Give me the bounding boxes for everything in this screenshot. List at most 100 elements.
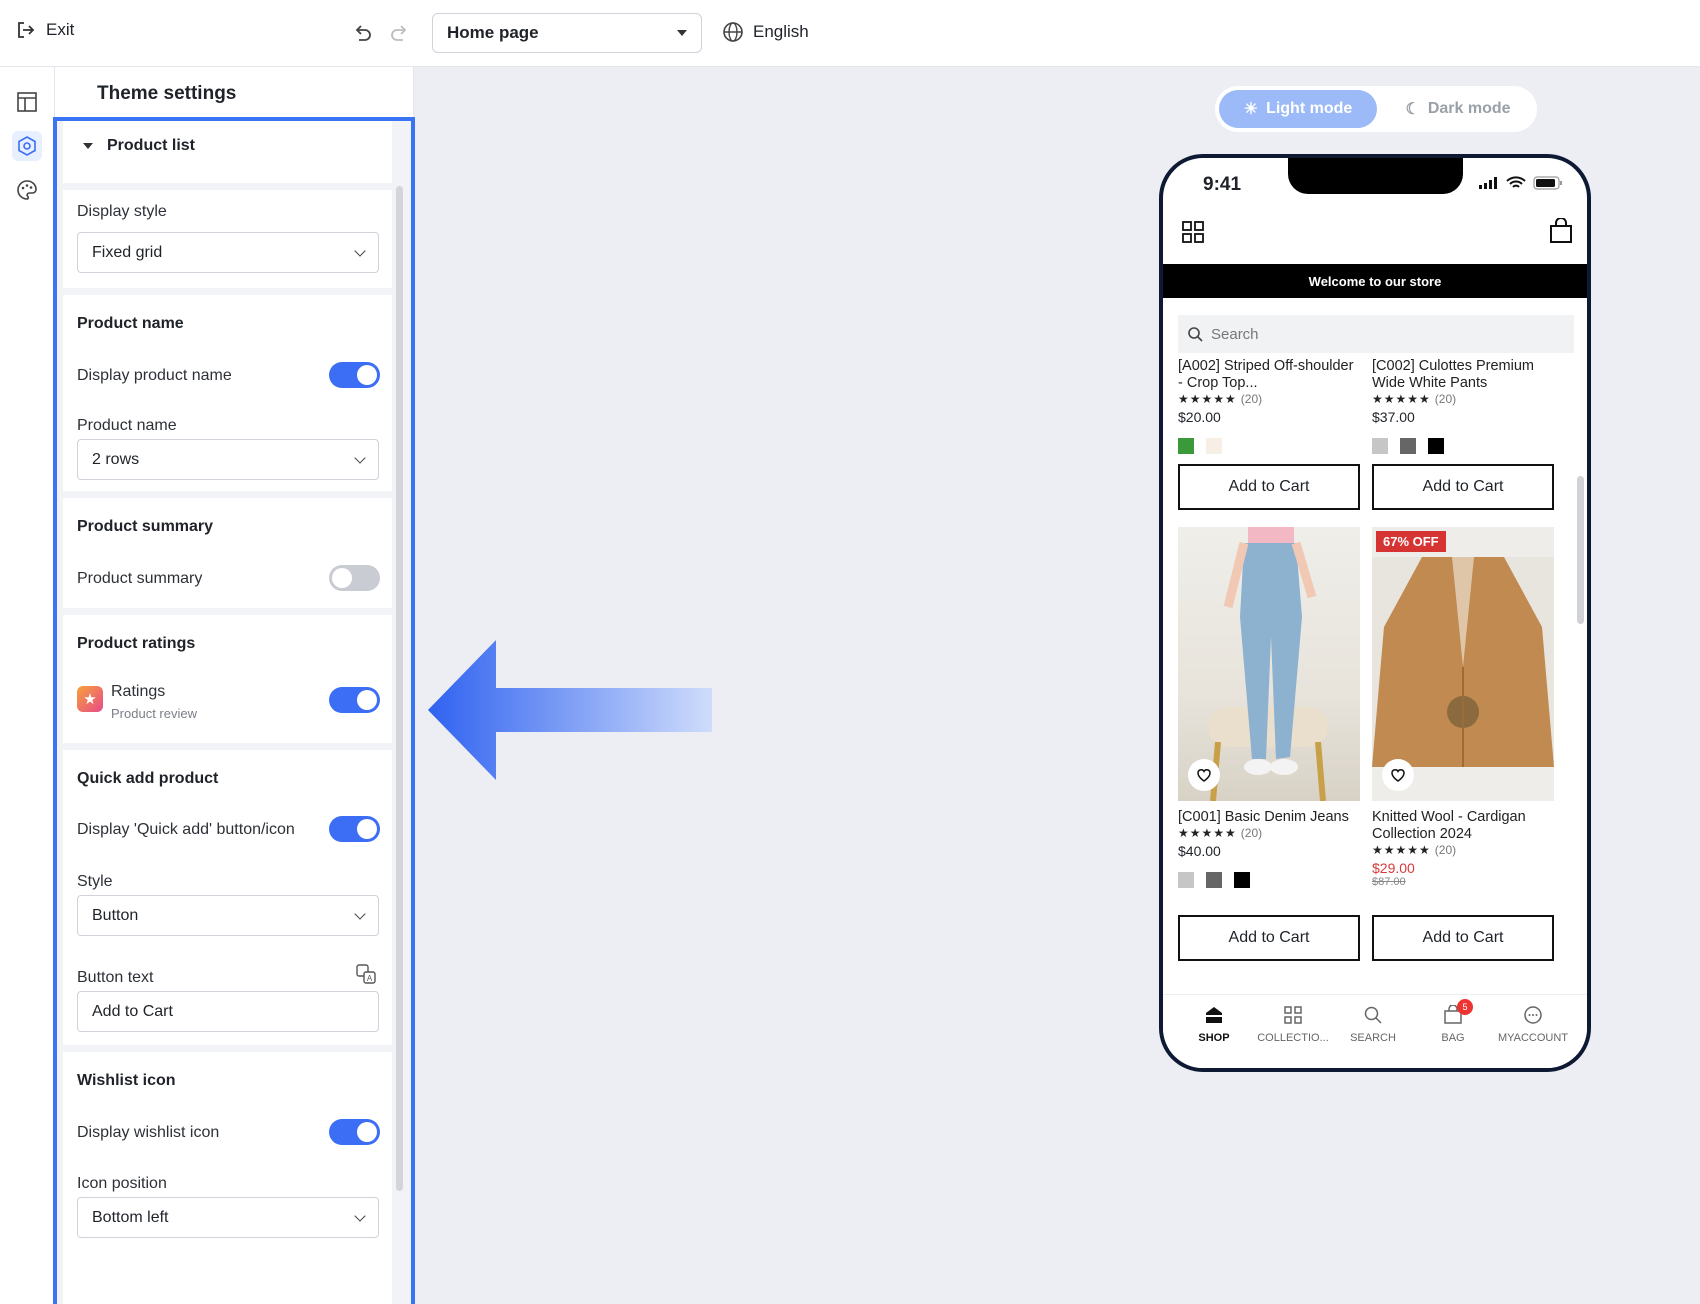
product-sale-price: $29.00: [1372, 860, 1415, 876]
color-swatch[interactable]: [1372, 438, 1388, 454]
ratings-app-icon: ★: [77, 686, 103, 712]
product-card[interactable]: Knitted Wool - Cardigan Collection 2024 …: [1372, 809, 1554, 888]
quick-add-heading: Quick add product: [77, 770, 219, 787]
pointer-arrow-icon: [428, 640, 712, 780]
review-count: (20): [1434, 843, 1457, 857]
left-rail: [0, 67, 55, 1304]
panel-scrollbar[interactable]: [396, 186, 403, 1191]
language-selector[interactable]: English: [722, 21, 809, 43]
page-select[interactable]: Home page: [432, 13, 702, 53]
product-name-rows-select[interactable]: 2 rows: [77, 439, 379, 480]
color-swatch[interactable]: [1234, 872, 1250, 888]
display-style-value: Fixed grid: [92, 243, 163, 261]
display-wishlist-toggle[interactable]: [329, 1119, 380, 1145]
tab-collections[interactable]: COLLECTIO...: [1253, 1005, 1333, 1044]
tab-label: SEARCH: [1350, 1032, 1396, 1044]
dark-mode-button[interactable]: ☾ Dark mode: [1383, 90, 1533, 128]
review-count: (20): [1434, 392, 1457, 406]
color-swatch[interactable]: [1400, 438, 1416, 454]
translate-icon[interactable]: A: [355, 963, 377, 985]
product-image[interactable]: 67% OFF: [1372, 527, 1554, 801]
battery-icon: [1533, 176, 1562, 190]
icon-position-select[interactable]: Bottom left: [77, 1197, 379, 1238]
wifi-icon: [1506, 176, 1526, 188]
undo-icon[interactable]: [350, 22, 374, 46]
redo-icon[interactable]: [388, 22, 412, 46]
display-style-select[interactable]: Fixed grid: [77, 232, 379, 273]
top-bar: Exit Home page English: [0, 0, 1700, 67]
ratings-toggle[interactable]: [329, 687, 380, 713]
quick-add-style-label: Style: [77, 873, 113, 890]
color-swatch[interactable]: [1206, 872, 1222, 888]
color-swatch[interactable]: [1206, 438, 1222, 454]
product-price: $40.00: [1178, 843, 1221, 859]
palette-icon[interactable]: [12, 175, 42, 205]
svg-text:A: A: [367, 974, 373, 983]
search-icon: [1188, 327, 1203, 342]
layout-icon[interactable]: [12, 87, 42, 117]
product-stars: ★★★★★ (20): [1178, 392, 1360, 406]
stars-icon: ★★★★★: [1372, 843, 1431, 857]
display-product-name-toggle[interactable]: [329, 362, 380, 388]
tab-shop[interactable]: SHOP: [1174, 1005, 1254, 1044]
add-to-cart-button[interactable]: Add to Cart: [1178, 915, 1360, 961]
product-list-header[interactable]: Product list: [63, 121, 392, 183]
quick-add-style-select[interactable]: Button: [77, 895, 379, 936]
shopping-bag-icon[interactable]: [1549, 218, 1573, 244]
add-to-cart-button[interactable]: Add to Cart: [1178, 464, 1360, 510]
button-text-input[interactable]: Add to Cart: [77, 991, 379, 1032]
product-name-card: Product name Display product name Produc…: [63, 295, 392, 491]
product-card[interactable]: [C002] Culottes Premium Wide White Pants…: [1372, 358, 1554, 454]
product-name-rows-value: 2 rows: [92, 450, 140, 468]
product-grid: [A002] Striped Off-shoulder - Crop Top..…: [1163, 358, 1587, 978]
color-swatch[interactable]: [1178, 438, 1194, 454]
moon-icon: ☾: [1405, 101, 1420, 118]
product-ratings-card: Product ratings ★ Ratings Product review: [63, 615, 392, 743]
product-card[interactable]: [C001] Basic Denim Jeans ★★★★★ (20) $40.0…: [1178, 809, 1360, 888]
stars-icon: ★★★★★: [1178, 392, 1237, 406]
product-name-rows-label: Product name: [77, 417, 177, 434]
product-list-heading: Product list: [107, 137, 196, 154]
quick-add-toggle-label: Display 'Quick add' button/icon: [77, 821, 295, 838]
phone-tab-bar: SHOP COLLECTIO... SEARCH 5 BAG MYACCOUNT: [1163, 994, 1587, 1068]
product-card[interactable]: [A002] Striped Off-shoulder - Crop Top..…: [1178, 358, 1360, 454]
tab-search[interactable]: SEARCH: [1333, 1005, 1413, 1044]
wishlist-card: Wishlist icon Display wishlist icon Icon…: [63, 1052, 392, 1304]
tab-bag[interactable]: 5 BAG: [1413, 999, 1493, 1044]
wishlist-heart-icon[interactable]: [1382, 759, 1414, 791]
icon-position-label: Icon position: [77, 1175, 167, 1192]
product-stars: ★★★★★ (20): [1372, 392, 1554, 406]
product-stars: ★★★★★ (20): [1372, 843, 1554, 857]
color-swatch[interactable]: [1428, 438, 1444, 454]
product-ratings-heading: Product ratings: [77, 635, 196, 652]
light-mode-button[interactable]: ☀ Light mode: [1219, 90, 1377, 128]
search-placeholder: Search: [1211, 325, 1259, 343]
wishlist-heart-icon[interactable]: [1188, 759, 1220, 791]
exit-label: Exit: [46, 20, 75, 39]
exit-button[interactable]: Exit: [16, 20, 74, 40]
globe-icon: [723, 22, 743, 42]
status-time: 9:41: [1203, 174, 1242, 195]
grid-menu-icon[interactable]: [1181, 220, 1205, 244]
theme-settings-icon[interactable]: [12, 131, 42, 161]
sun-icon: ☀: [1243, 101, 1259, 118]
search-icon: [1364, 1006, 1382, 1024]
dark-mode-label: Dark mode: [1427, 100, 1511, 117]
phone-scrollbar[interactable]: [1577, 476, 1584, 624]
product-summary-toggle[interactable]: [329, 565, 380, 591]
add-to-cart-button[interactable]: Add to Cart: [1372, 915, 1554, 961]
exit-icon: [18, 22, 35, 38]
color-swatches: [1178, 872, 1360, 888]
product-name-heading: Product name: [77, 315, 184, 332]
product-image[interactable]: [1178, 527, 1360, 801]
product-old-price: $87.00: [1372, 876, 1406, 888]
ratings-app-sub: Product review: [111, 706, 197, 721]
phone-search-bar[interactable]: Search: [1178, 315, 1574, 353]
wishlist-heading: Wishlist icon: [77, 1072, 176, 1089]
add-to-cart-button[interactable]: Add to Cart: [1372, 464, 1554, 510]
color-swatch[interactable]: [1178, 872, 1194, 888]
quick-add-toggle[interactable]: [329, 816, 380, 842]
color-swatches: [1178, 438, 1360, 454]
tab-myaccount[interactable]: MYACCOUNT: [1493, 1005, 1573, 1044]
highlight-frame: Product list Display style Fixed grid Pr…: [53, 117, 415, 1304]
